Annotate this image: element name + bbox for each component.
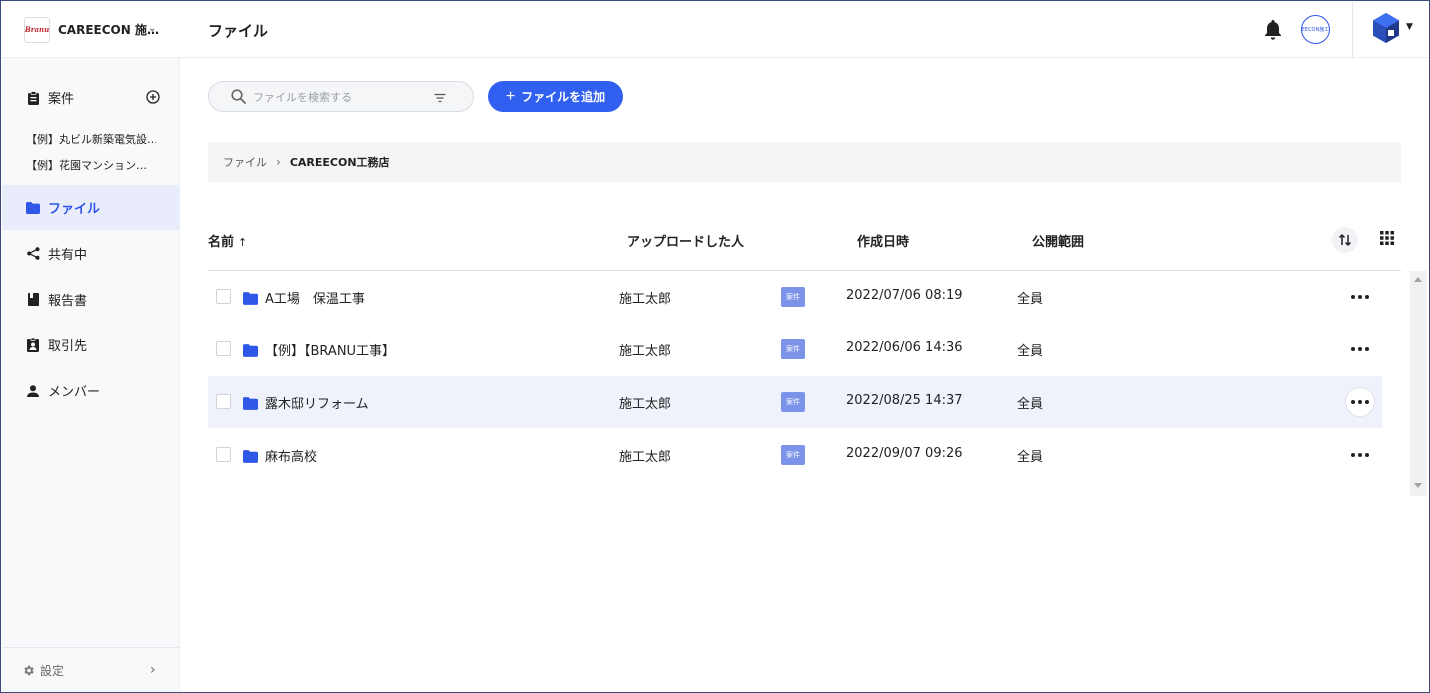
sidebar-item-label: 案件 — [48, 92, 75, 107]
breadcrumb: ファイル › CAREECON工務店 — [208, 142, 1401, 182]
created-at: 2022/08/25 14:37 — [846, 393, 963, 408]
cube-logo-icon[interactable] — [1373, 13, 1399, 43]
folder-icon — [243, 342, 258, 357]
column-header-name[interactable]: 名前 ↑ — [208, 231, 247, 250]
contact-card-icon — [26, 337, 40, 352]
created-at: 2022/09/07 09:26 — [846, 446, 963, 461]
file-name[interactable]: 露木邸リフォーム — [265, 393, 369, 412]
row-checkbox[interactable] — [216, 289, 231, 304]
uploader-name: 施工太郎 — [619, 397, 672, 412]
more-options-icon[interactable] — [1345, 334, 1375, 364]
arrow-up-icon: ↑ — [238, 236, 248, 249]
uploader-name: 施工太郎 — [619, 450, 672, 465]
sidebar-item-reports[interactable]: 報告書 — [2, 277, 180, 322]
sidebar-case-item[interactable]: 【例】花園マンション… — [26, 157, 156, 173]
created-at: 2022/07/06 08:19 — [846, 288, 963, 303]
scroll-up-arrow-icon[interactable] — [1414, 277, 1422, 282]
sidebar-item-label: 取引先 — [48, 339, 88, 354]
app-window: Branu CAREECON 施… ⌄ 案件 【例】丸ビル新築電気設… 【例】花… — [0, 0, 1430, 693]
row-checkbox[interactable] — [216, 394, 231, 409]
folder-icon — [243, 290, 258, 305]
scrollbar[interactable] — [1410, 271, 1427, 496]
settings-label: 設定 — [40, 663, 65, 678]
table-row[interactable]: 露木邸リフォーム 施工太郎 案件 2022/08/25 14:37 全員 — [208, 376, 1382, 428]
sidebar-item-label: 共有中 — [48, 248, 88, 263]
gear-icon — [22, 664, 35, 677]
sidebar-item-shared[interactable]: 共有中 — [2, 231, 180, 276]
column-header-scope[interactable]: 公開範囲 — [1032, 231, 1084, 250]
grid-view-icon[interactable] — [1376, 227, 1398, 249]
breadcrumb-current: CAREECON工務店 — [289, 156, 390, 169]
folder-icon — [26, 201, 40, 215]
clipboard-icon — [26, 90, 40, 105]
page-title: ファイル — [208, 22, 269, 40]
file-name[interactable]: A工場 保温工事 — [265, 288, 365, 307]
top-header: ファイル EECON施工 ▼ — [180, 2, 1429, 58]
folder-icon — [243, 395, 258, 410]
person-icon — [26, 384, 40, 398]
row-checkbox[interactable] — [216, 447, 231, 462]
file-name[interactable]: 【例】【BRANU工事】 — [265, 340, 395, 359]
table-row[interactable]: 【例】【BRANU工事】 施工太郎 案件 2022/06/06 14:36 全員 — [208, 323, 1382, 375]
column-header-created[interactable]: 作成日時 — [857, 231, 909, 250]
created-at: 2022/06/06 14:36 — [846, 340, 963, 355]
file-name[interactable]: 麻布高校 — [265, 446, 317, 465]
sidebar-case-item[interactable]: 【例】丸ビル新築電気設… — [26, 131, 156, 147]
chevron-down-icon[interactable]: ⌄ — [148, 23, 156, 34]
chevron-right-icon[interactable]: › — [150, 662, 156, 678]
more-options-icon[interactable] — [1345, 440, 1375, 470]
scope: 全員 — [1017, 292, 1044, 307]
row-checkbox[interactable] — [216, 341, 231, 356]
case-tag: 案件 — [781, 287, 805, 307]
chevron-down-icon[interactable]: ▼ — [1406, 22, 1413, 32]
table-row[interactable]: 麻布高校 施工太郎 案件 2022/09/07 09:26 全員 — [208, 429, 1382, 481]
case-tag: 案件 — [781, 392, 805, 412]
sidebar: Branu CAREECON 施… ⌄ 案件 【例】丸ビル新築電気設… 【例】花… — [2, 2, 180, 692]
header-divider — [1352, 2, 1353, 58]
column-header-uploader[interactable]: アップロードした人 — [627, 231, 744, 250]
more-options-icon[interactable] — [1345, 387, 1375, 417]
sidebar-item-files[interactable]: ファイル — [2, 185, 180, 230]
scope: 全員 — [1017, 450, 1044, 465]
sidebar-item-label: 報告書 — [48, 294, 88, 309]
book-icon — [26, 293, 40, 307]
scope: 全員 — [1017, 344, 1044, 359]
table-row[interactable]: A工場 保温工事 施工太郎 案件 2022/07/06 08:19 全員 — [208, 271, 1382, 323]
filter-icon[interactable] — [433, 90, 447, 104]
folder-icon — [243, 448, 258, 463]
search-box[interactable] — [208, 81, 474, 112]
bell-icon[interactable] — [1264, 20, 1282, 40]
add-file-label: ファイルを追加 — [521, 90, 606, 104]
org-logo: Branu — [24, 16, 50, 43]
case-tag: 案件 — [781, 339, 805, 359]
uploader-name: 施工太郎 — [619, 292, 672, 307]
add-case-icon[interactable] — [146, 89, 160, 104]
sidebar-item-label: メンバー — [48, 385, 101, 400]
uploader-name: 施工太郎 — [619, 344, 672, 359]
add-file-button[interactable]: + ファイルを追加 — [488, 81, 623, 112]
sort-toggle-icon[interactable] — [1332, 227, 1358, 253]
breadcrumb-root[interactable]: ファイル — [223, 154, 267, 170]
sidebar-item-settings[interactable]: 設定 › — [2, 647, 180, 692]
more-options-icon[interactable] — [1345, 282, 1375, 312]
avatar[interactable]: EECON施工 — [1301, 15, 1330, 44]
sidebar-item-label: ファイル — [48, 202, 101, 217]
org-name: CAREECON 施… — [58, 23, 159, 37]
chevron-right-icon: › — [276, 155, 281, 169]
sidebar-item-members[interactable]: メンバー — [2, 368, 180, 413]
search-icon — [231, 89, 246, 104]
plus-icon: + — [505, 87, 516, 105]
scope: 全員 — [1017, 397, 1044, 412]
org-switcher[interactable]: Branu CAREECON 施… ⌄ — [2, 2, 180, 58]
scroll-down-arrow-icon[interactable] — [1414, 483, 1422, 488]
case-tag: 案件 — [781, 445, 805, 465]
search-input[interactable] — [253, 88, 423, 106]
share-icon — [26, 247, 40, 261]
sidebar-item-clients[interactable]: 取引先 — [2, 322, 180, 367]
